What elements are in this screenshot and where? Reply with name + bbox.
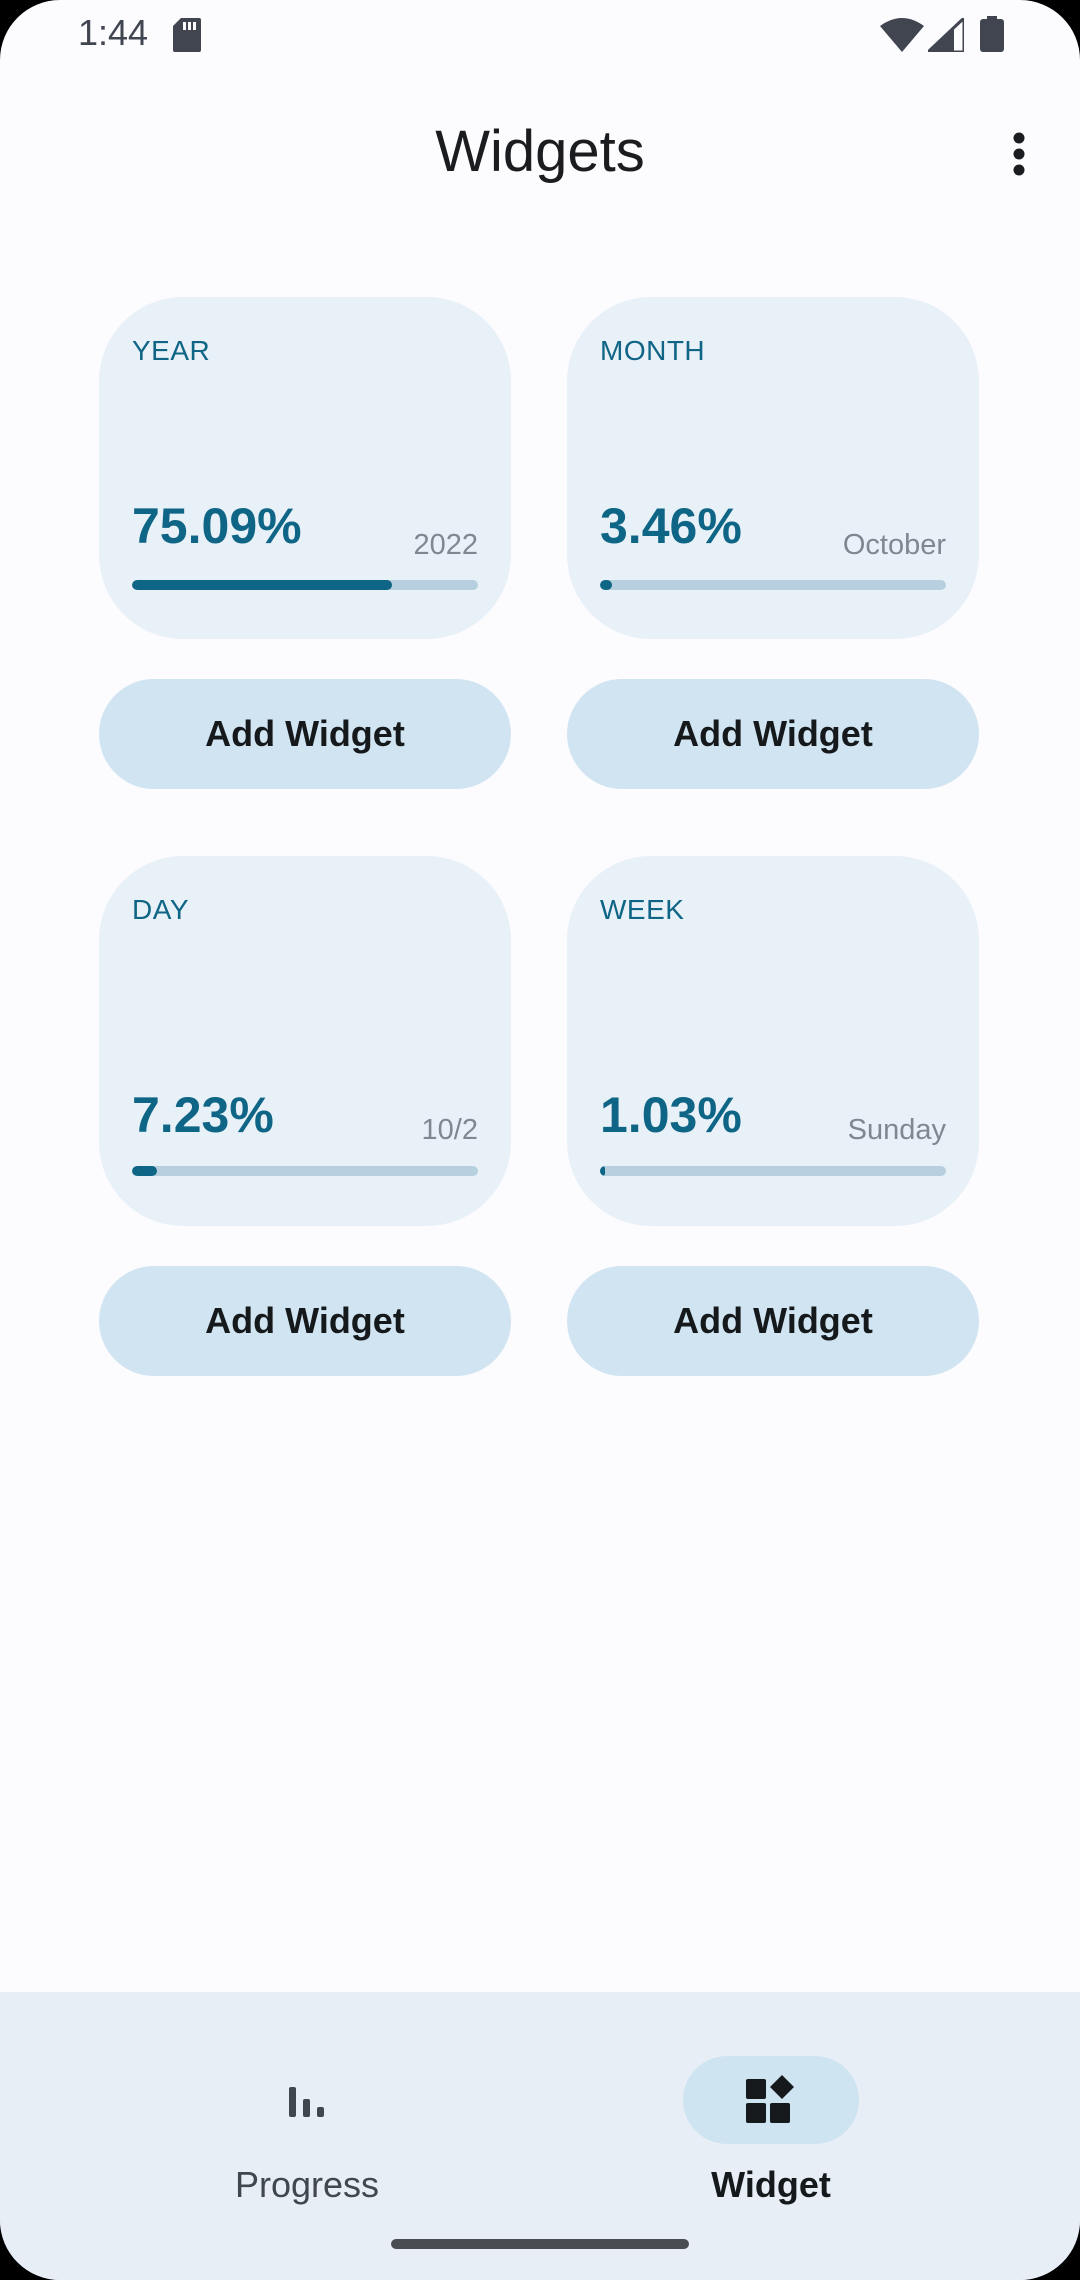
progress-fill bbox=[132, 580, 392, 590]
home-indicator[interactable] bbox=[391, 2239, 689, 2249]
nav-item-widget[interactable]: Widget bbox=[621, 2022, 921, 2205]
page-title: Widgets bbox=[435, 119, 645, 184]
progress-bar bbox=[132, 1166, 478, 1176]
widget-label: MONTH bbox=[600, 335, 706, 366]
bottom-navigation: Progress Widget bbox=[0, 1992, 1080, 2280]
nav-icon-container bbox=[683, 2056, 859, 2144]
status-bar: 1:44 bbox=[0, 0, 1080, 70]
add-widget-button-month[interactable]: Add Widget bbox=[567, 679, 979, 789]
progress-bar bbox=[132, 580, 478, 590]
add-widget-button-day[interactable]: Add Widget bbox=[99, 1266, 511, 1376]
nav-icon-container bbox=[219, 2056, 395, 2144]
widget-card-week: WEEK 1.03% Sunday bbox=[567, 856, 979, 1226]
screen: 1:44 Widgets YEAR 75.09% 2022 Add Widget… bbox=[0, 0, 1080, 2280]
sd-card-icon bbox=[173, 18, 201, 57]
nav-label-progress: Progress bbox=[234, 2164, 380, 2205]
widget-label: YEAR bbox=[132, 335, 211, 366]
progress-fill bbox=[600, 1166, 605, 1176]
widget-percent: 7.23% bbox=[132, 1087, 274, 1143]
widget-percent: 3.46% bbox=[600, 498, 742, 554]
more-options-button[interactable] bbox=[990, 122, 1048, 186]
status-time: 1:44 bbox=[78, 12, 149, 53]
widget-period: 10/2 bbox=[421, 1114, 478, 1146]
widget-percent: 75.09% bbox=[132, 498, 302, 554]
battery-icon bbox=[980, 16, 1004, 57]
add-widget-button-week[interactable]: Add Widget bbox=[567, 1266, 979, 1376]
nav-item-progress[interactable]: Progress bbox=[157, 2022, 457, 2205]
progress-fill bbox=[600, 580, 612, 590]
widget-label: WEEK bbox=[600, 894, 685, 925]
widget-card-year: YEAR 75.09% 2022 bbox=[99, 297, 511, 639]
widget-label: DAY bbox=[132, 894, 189, 925]
add-widget-button-year[interactable]: Add Widget bbox=[99, 679, 511, 789]
progress-bar bbox=[600, 580, 946, 590]
widget-period: Sunday bbox=[847, 1114, 946, 1146]
widget-card-month: MONTH 3.46% October bbox=[567, 297, 979, 639]
wifi-icon bbox=[880, 18, 924, 57]
widget-period: October bbox=[842, 529, 946, 561]
progress-bar bbox=[600, 1166, 946, 1176]
bar-chart-icon bbox=[289, 2087, 324, 2117]
widget-card-day: DAY 7.23% 10/2 bbox=[99, 856, 511, 1226]
more-vert-icon bbox=[1013, 132, 1025, 176]
widget-percent: 1.03% bbox=[600, 1087, 742, 1143]
widget-period: 2022 bbox=[413, 529, 478, 561]
signal-icon bbox=[924, 14, 966, 57]
widgets-icon bbox=[746, 2075, 794, 2123]
nav-label-widget: Widget bbox=[711, 2164, 831, 2205]
progress-fill bbox=[132, 1166, 157, 1176]
